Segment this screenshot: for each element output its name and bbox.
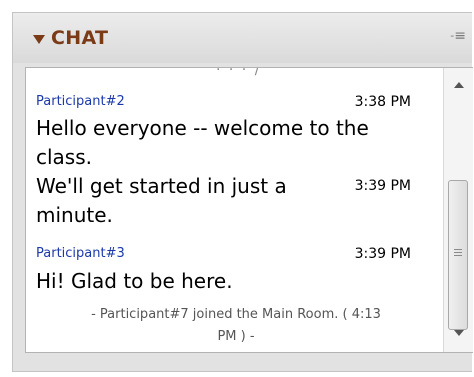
scroll-thumb[interactable]: [448, 180, 468, 330]
system-message-line: PM ) -: [217, 329, 255, 344]
grip-icon: [454, 249, 462, 258]
message-sender: Participant#3: [36, 246, 125, 261]
partial-message-fragment: · · · /: [216, 67, 262, 78]
scroll-up-arrow-icon[interactable]: [454, 82, 464, 88]
chat-message-list[interactable]: · · · / Participant#2 3:38 PM Hello ever…: [25, 67, 473, 353]
message-time: 3:39 PM: [354, 178, 411, 194]
panel-title: CHAT: [51, 27, 109, 49]
panel-menu-icon[interactable]: -≡: [450, 29, 466, 43]
message-text: Hello everyone -- welcome to the: [36, 116, 369, 140]
message-text: We'll get started in just a: [36, 174, 287, 198]
system-message-line: - Participant#7 joined the Main Room. ( …: [91, 307, 381, 322]
chat-panel: CHAT -≡ · · · / Participant#2 3:38 PM He…: [12, 12, 473, 372]
message-time: 3:38 PM: [354, 94, 411, 110]
chat-scrollbar[interactable]: [443, 68, 473, 352]
message-text: Hi! Glad to be here.: [36, 269, 233, 293]
message-time: 3:39 PM: [354, 246, 411, 262]
message-text: class.: [36, 145, 93, 169]
scroll-down-arrow-icon[interactable]: [454, 330, 464, 336]
message-sender: Participant#2: [36, 94, 125, 109]
chat-panel-header[interactable]: CHAT -≡: [13, 13, 472, 63]
system-message: - Participant#7 joined the Main Room. ( …: [36, 304, 436, 348]
message-text: minute.: [36, 203, 113, 227]
collapse-triangle-icon[interactable]: [33, 35, 45, 44]
